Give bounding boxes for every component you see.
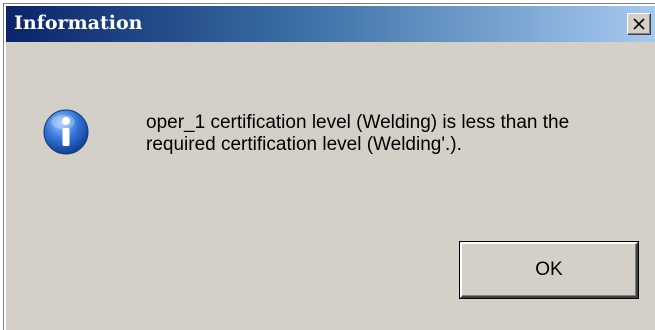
ok-button[interactable]: OK xyxy=(459,241,639,299)
ok-button-label: OK xyxy=(535,259,563,280)
title-bar[interactable]: Information xyxy=(6,6,655,42)
close-icon xyxy=(633,18,645,30)
dialog-title: Information xyxy=(14,12,143,34)
message-line: required certification level (Welding'.)… xyxy=(146,134,462,155)
info-icon xyxy=(43,109,89,155)
message-line: oper_1 certification level (Welding) is … xyxy=(146,112,570,133)
message-text: oper_1 certification level (Welding) is … xyxy=(146,112,646,156)
close-button[interactable] xyxy=(627,13,651,35)
information-dialog: Information oper_1 certification level (… xyxy=(3,3,655,330)
